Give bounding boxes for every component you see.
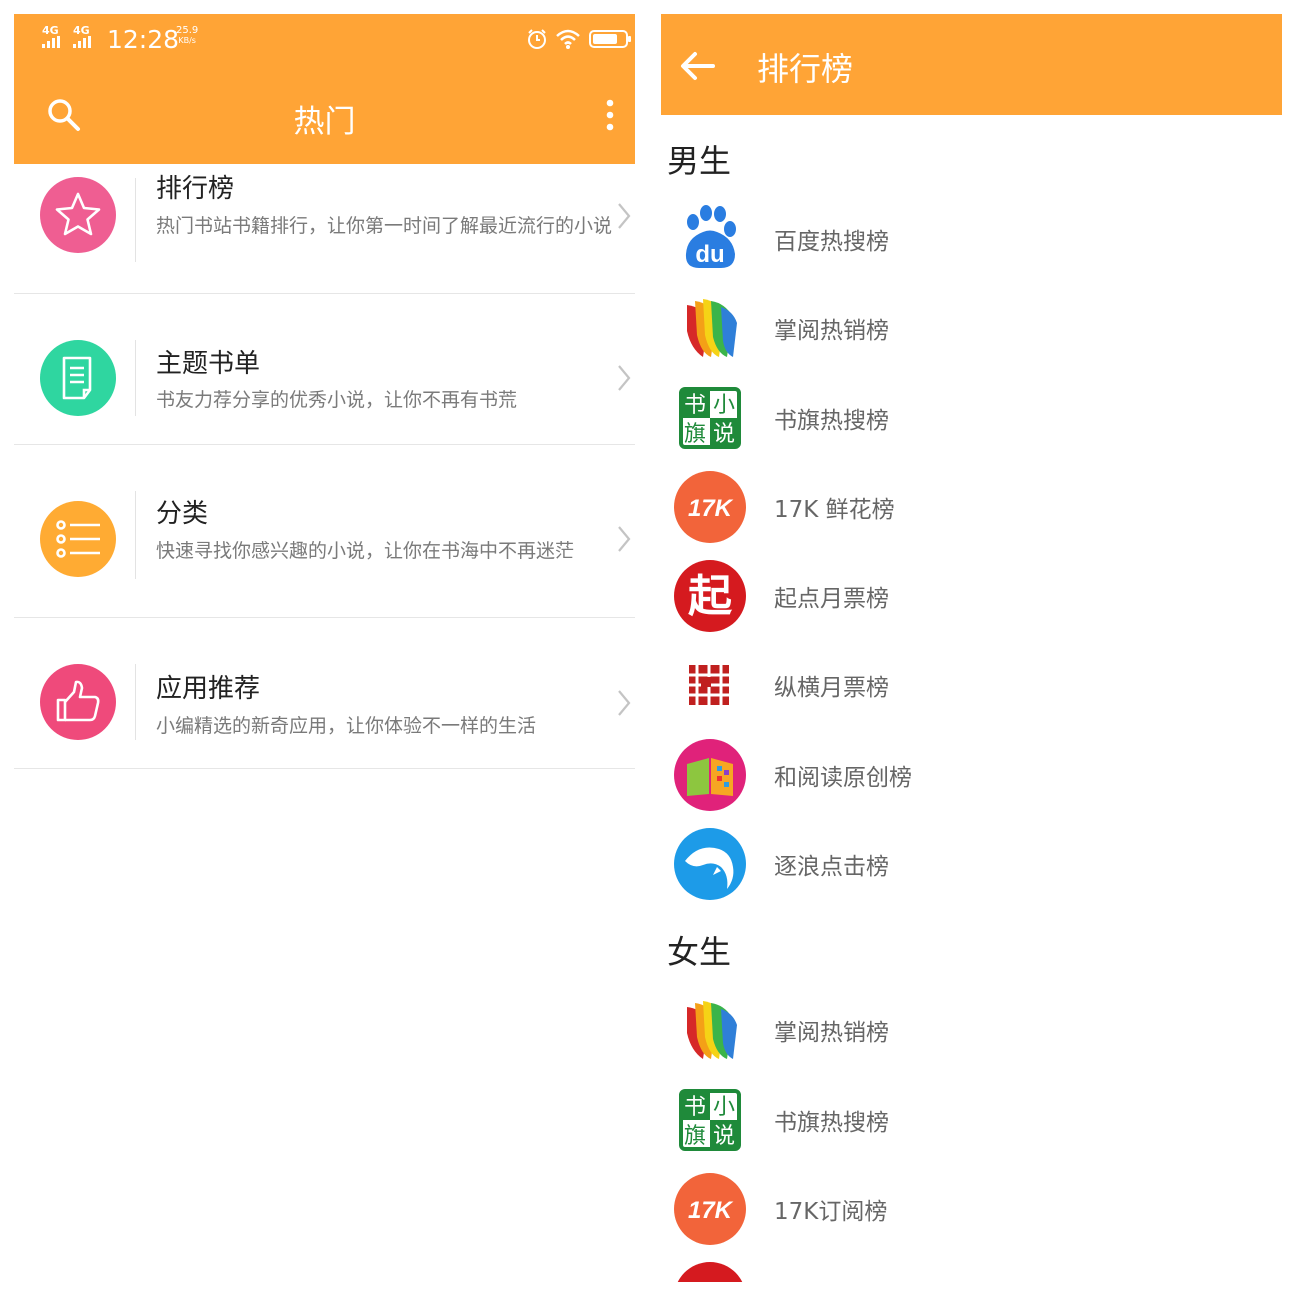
rank-label: 书旗热搜榜	[774, 408, 889, 434]
17k-icon: 17K	[674, 1173, 746, 1245]
rank-label: 掌阅热销榜	[774, 1020, 889, 1046]
zhulang-icon	[674, 828, 746, 900]
shuqi-logo-text: 旗	[684, 422, 706, 447]
rank-item-partial[interactable]	[661, 1255, 1282, 1282]
baidu-logo-text: du	[695, 241, 724, 268]
app-header: 4G 4G 12:28 25.9 KB/s 热门	[14, 14, 635, 164]
more-options-icon[interactable]	[604, 98, 616, 132]
rank-item-17k[interactable]: 17K 17K订阅榜	[661, 1166, 1282, 1252]
qidian-icon: 起	[674, 560, 746, 632]
rank-label: 纵横月票榜	[774, 675, 889, 701]
rank-label: 17K 鲜花榜	[774, 497, 895, 523]
rank-item-shuqi[interactable]: 书 小 旗 说 书旗热搜榜	[661, 375, 1282, 461]
shuqi-logo-text: 说	[713, 422, 735, 447]
menu-item-app-recommend[interactable]: 应用推荐 小编精选的新奇应用，让你体验不一样的生活	[14, 618, 635, 769]
chevron-right-icon	[618, 690, 631, 716]
section-title-male: 男生	[667, 142, 732, 180]
document-icon	[40, 340, 116, 416]
menu-item-desc: 小编精选的新奇应用，让你体验不一样的生活	[156, 715, 537, 737]
rank-item-zhulang[interactable]: 逐浪点击榜	[661, 821, 1282, 907]
divider	[135, 340, 136, 416]
17k-logo-text: 17K	[688, 1197, 734, 1224]
menu-item-desc: 书友力荐分享的优秀小说，让你不再有书荒	[156, 389, 518, 411]
chevron-right-icon	[618, 365, 631, 391]
shuqi-icon: 书 小 旗 说	[679, 1089, 741, 1151]
app-header: 排行榜	[661, 14, 1282, 115]
thumbs-up-icon	[40, 664, 116, 740]
rank-item-17k[interactable]: 17K 17K 鲜花榜	[661, 464, 1282, 550]
battery-icon	[589, 30, 631, 48]
page-title: 排行榜	[757, 50, 854, 88]
rank-item-zhangyue[interactable]: 掌阅热销榜	[661, 987, 1282, 1073]
hot-screen: 4G 4G 12:28 25.9 KB/s 热门 排行榜 热门书站书籍排行，让你…	[14, 14, 635, 1282]
chevron-right-icon	[618, 203, 631, 229]
divider	[135, 491, 136, 579]
shuqi-logo-text: 旗	[684, 1124, 706, 1149]
heyuedu-icon	[674, 739, 746, 811]
rank-label: 17K订阅榜	[774, 1199, 888, 1225]
list-icon	[40, 501, 116, 577]
speed-value: 25.9	[176, 25, 199, 36]
rank-item-zongheng[interactable]: 纵横月票榜	[661, 642, 1282, 728]
divider	[135, 178, 136, 262]
menu-item-booklists[interactable]: 主题书单 书友力荐分享的优秀小说，让你不再有书荒	[14, 294, 635, 445]
feature-list: 排行榜 热门书站书籍排行，让你第一时间了解最近流行的小说 主题书单 书友力荐分享…	[14, 164, 635, 769]
qidian-logo-text: 起	[688, 571, 733, 622]
zhangyue-icon	[687, 299, 737, 357]
rank-item-shuqi[interactable]: 书 小 旗 说 书旗热搜榜	[661, 1077, 1282, 1163]
menu-item-ranking[interactable]: 排行榜 热门书站书籍排行，让你第一时间了解最近流行的小说	[14, 164, 635, 294]
rank-label: 掌阅热销榜	[774, 318, 889, 344]
shuqi-logo-text: 小	[713, 1095, 735, 1120]
ranking-screen: 排行榜 男生 du 百度热搜榜 掌阅热销榜 书 小 旗 说 书旗热搜榜 17K …	[661, 14, 1282, 1282]
network-speed: 25.9 KB/s	[176, 26, 198, 46]
signal-icon	[42, 36, 64, 48]
rank-label: 逐浪点击榜	[774, 854, 889, 880]
rank-label: 起点月票榜	[774, 586, 889, 612]
menu-item-title: 排行榜	[156, 174, 235, 204]
zongheng-icon	[689, 665, 729, 705]
rank-item-heyuedu[interactable]: 和阅读原创榜	[661, 732, 1282, 818]
menu-item-title: 主题书单	[156, 349, 261, 379]
speed-unit: KB/s	[178, 36, 196, 45]
menu-item-desc: 热门书站书籍排行，让你第一时间了解最近流行的小说	[156, 215, 613, 237]
status-bar: 4G 4G 12:28 25.9 KB/s	[14, 14, 635, 66]
menu-item-title: 分类	[156, 499, 209, 529]
menu-item-title: 应用推荐	[156, 674, 261, 704]
shuqi-icon: 书 小 旗 说	[679, 387, 741, 449]
page-title: 热门	[293, 104, 356, 140]
qidian-icon	[677, 1262, 743, 1282]
rank-label: 和阅读原创榜	[774, 765, 912, 791]
divider	[135, 664, 136, 740]
signal-icon	[73, 36, 95, 48]
shuqi-logo-text: 说	[713, 1124, 735, 1149]
shuqi-logo-text: 小	[713, 393, 735, 418]
rank-item-zhangyue[interactable]: 掌阅热销榜	[661, 285, 1282, 371]
rank-item-baidu[interactable]: du 百度热搜榜	[661, 196, 1282, 282]
rank-label: 百度热搜榜	[774, 229, 889, 255]
star-icon	[40, 177, 116, 253]
menu-item-categories[interactable]: 分类 快速寻找你感兴趣的小说，让你在书海中不再迷茫	[14, 445, 635, 618]
back-arrow-icon[interactable]	[679, 50, 717, 82]
wifi-icon	[556, 29, 580, 49]
shuqi-logo-text: 书	[684, 393, 706, 418]
chevron-right-icon	[618, 526, 631, 552]
clock: 12:28	[107, 25, 180, 54]
section-title-female: 女生	[667, 933, 732, 971]
rank-label: 书旗热搜榜	[774, 1110, 889, 1136]
alarm-icon	[528, 29, 546, 49]
zhangyue-icon	[687, 1001, 737, 1059]
menu-item-desc: 快速寻找你感兴趣的小说，让你在书海中不再迷茫	[156, 540, 575, 562]
17k-icon: 17K	[674, 471, 746, 543]
rank-item-qidian[interactable]: 起 起点月票榜	[661, 553, 1282, 639]
17k-logo-text: 17K	[688, 495, 734, 522]
baidu-icon: du	[685, 205, 736, 268]
shuqi-logo-text: 书	[684, 1095, 706, 1120]
